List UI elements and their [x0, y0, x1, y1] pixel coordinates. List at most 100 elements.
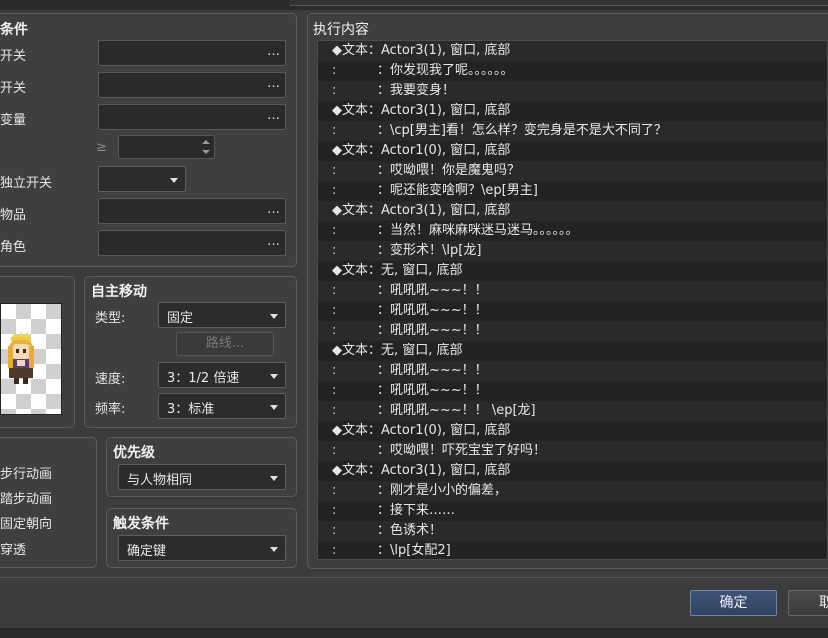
command-row[interactable]: : ：呢还能变啥啊？\ep[男主] — [318, 181, 827, 201]
type-label: 类型: — [95, 311, 126, 326]
switch1-field[interactable]: … — [98, 40, 286, 66]
command-text: 无, 窗口, 底部 — [381, 263, 463, 278]
item-field[interactable]: … — [98, 198, 286, 224]
browse-icon: … — [267, 76, 280, 91]
spin-up-icon[interactable] — [202, 140, 210, 144]
command-prefix: : — [332, 63, 337, 78]
option-stepping-anim[interactable]: 踏步动画 — [0, 488, 52, 507]
command-row[interactable]: : ：刚才是小小的偏差， — [318, 481, 827, 501]
item-label: 物品 — [0, 208, 27, 223]
chevron-down-icon — [170, 178, 178, 183]
command-row[interactable]: : ：\lp[女配2] — [318, 541, 827, 559]
command-prefix: : — [332, 223, 337, 238]
command-prefix: ◆文本： — [332, 263, 381, 278]
cancel-button[interactable]: 取 — [788, 590, 828, 616]
priority-dropdown[interactable]: 与人物相同 — [118, 464, 286, 490]
command-row[interactable]: : ：吼吼吼~~~！！ — [318, 281, 827, 301]
priority-title: 优先级 — [113, 445, 155, 461]
command-text: ：我要变身！ — [377, 83, 456, 98]
command-text: ：呢还能变啥啊？\ep[男主] — [377, 183, 538, 198]
command-text: Actor3(1), 窗口, 底部 — [381, 463, 511, 478]
conditions-title: 条件 — [0, 22, 28, 38]
self-switch-label: 独立开关 — [0, 176, 53, 191]
option-walking-anim[interactable]: 步行动画 — [0, 463, 52, 482]
type-dropdown[interactable]: 固定 — [158, 302, 286, 328]
variable-field[interactable]: … — [98, 104, 286, 130]
bottom-divider — [0, 577, 828, 578]
command-prefix: : — [332, 503, 337, 518]
command-row[interactable]: : ：哎呦喂！你是魔鬼吗？ — [318, 161, 827, 181]
trigger-dropdown[interactable]: 确定键 — [118, 535, 286, 561]
command-row[interactable]: : ：吼吼吼~~~！！ — [318, 321, 827, 341]
command-text: ：吼吼吼~~~！！ — [377, 323, 488, 338]
command-row[interactable]: : ：接下来…… — [318, 501, 827, 521]
command-text: ：变形术！\lp[龙] — [377, 243, 482, 258]
command-row[interactable]: : ：吼吼吼~~~！！ — [318, 381, 827, 401]
option-direction-fix[interactable]: 固定朝向 — [0, 513, 52, 532]
contents-title: 执行内容 — [313, 22, 369, 38]
command-text: ：哎呦喂！你是魔鬼吗？ — [377, 163, 521, 178]
route-button[interactable]: 路线... — [176, 332, 274, 356]
command-row[interactable]: : ：色诱术！ — [318, 521, 827, 541]
frequency-dropdown[interactable]: 3：标准 — [158, 393, 286, 419]
self-switch-dropdown[interactable] — [98, 166, 186, 192]
command-row[interactable]: : ：\cp[男主]看！怎么样？变完身是不是大不同了？ — [318, 121, 827, 141]
priority-value: 与人物相同 — [127, 473, 193, 488]
command-text: Actor3(1), 窗口, 底部 — [381, 203, 511, 218]
command-row[interactable]: : ：我要变身！ — [318, 81, 827, 101]
browse-icon: … — [267, 44, 280, 59]
event-image[interactable] — [0, 303, 62, 415]
command-prefix: : — [332, 123, 337, 138]
command-row[interactable]: : ：变形术！\lp[龙] — [318, 241, 827, 261]
command-text: ：哎呦喂！吓死宝宝了好吗！ — [377, 443, 547, 458]
command-text: ：色诱术！ — [377, 523, 443, 538]
command-row[interactable]: : ：吼吼吼~~~！！ — [318, 301, 827, 321]
command-list[interactable]: ◆文本：Actor3(1), 窗口, 底部: ：你发现我了呢。。。。。。: ：我要变… — [317, 40, 828, 560]
switch2-field[interactable]: … — [98, 72, 286, 98]
command-row[interactable]: : ：吼吼吼~~~！！ — [318, 361, 827, 381]
command-prefix: ◆文本： — [332, 143, 381, 158]
command-row[interactable]: ◆文本：Actor3(1), 窗口, 底部 — [318, 41, 827, 61]
command-row[interactable]: : ：你发现我了呢。。。。。。 — [318, 61, 827, 81]
command-prefix: : — [332, 543, 337, 558]
ok-button[interactable]: 确定 — [690, 590, 777, 616]
command-row[interactable]: : ：吼吼吼~~~！！ \ep[龙] — [318, 401, 827, 421]
command-text: ：吼吼吼~~~！！ — [377, 303, 488, 318]
variable-value-spinner[interactable] — [118, 135, 215, 159]
event-editor-window: 条件 开关 … 开关 … 变量 … ≥ 独立开关 物品 … 角色 … 像 自主移… — [0, 0, 828, 638]
command-row[interactable]: ◆文本：Actor3(1), 窗口, 底部 — [318, 461, 827, 481]
command-row[interactable]: ◆文本：无, 窗口, 底部 — [318, 341, 827, 361]
trigger-value: 确定键 — [127, 544, 167, 559]
top-strip — [0, 0, 828, 10]
command-row[interactable]: ◆文本：Actor1(0), 窗口, 底部 — [318, 421, 827, 441]
command-text: ：吼吼吼~~~！！ — [377, 283, 488, 298]
command-row[interactable]: : ：当然！麻咪麻咪迷马迷马。。。。。。 — [318, 221, 827, 241]
switch1-label: 开关 — [0, 49, 27, 64]
browse-icon: … — [267, 234, 280, 249]
gte-label: ≥ — [96, 140, 107, 155]
command-prefix: ◆文本： — [332, 423, 381, 438]
command-text: Actor1(0), 窗口, 底部 — [381, 423, 511, 438]
command-row[interactable]: ◆文本：无, 窗口, 底部 — [318, 261, 827, 281]
command-prefix: : — [332, 83, 337, 98]
speed-dropdown[interactable]: 3：1/2 倍速 — [158, 362, 286, 388]
option-through[interactable]: 穿透 — [0, 539, 26, 558]
command-prefix: : — [332, 163, 337, 178]
command-row[interactable]: ◆文本：Actor1(0), 窗口, 底部 — [318, 141, 827, 161]
command-prefix: ◆文本： — [332, 43, 381, 58]
command-text: Actor1(0), 窗口, 底部 — [381, 143, 511, 158]
command-text: Actor3(1), 窗口, 底部 — [381, 43, 511, 58]
speed-label: 速度: — [95, 372, 126, 387]
chevron-down-icon — [270, 374, 278, 379]
command-prefix: ◆文本： — [332, 203, 381, 218]
spin-down-icon[interactable] — [202, 150, 210, 154]
command-text: ：\cp[男主]看！怎么样？变完身是不是大不同了？ — [377, 123, 667, 138]
actor-label: 角色 — [0, 240, 27, 255]
actor-field[interactable]: … — [98, 230, 286, 256]
command-row[interactable]: ◆文本：Actor3(1), 窗口, 底部 — [318, 201, 827, 221]
command-text: ：接下来…… — [377, 503, 456, 518]
command-row[interactable]: ◆文本：Actor3(1), 窗口, 底部 — [318, 101, 827, 121]
command-row[interactable]: : ：哎呦喂！吓死宝宝了好吗！ — [318, 441, 827, 461]
command-text: ：\lp[女配2] — [377, 543, 451, 558]
variable-label: 变量 — [0, 113, 27, 128]
